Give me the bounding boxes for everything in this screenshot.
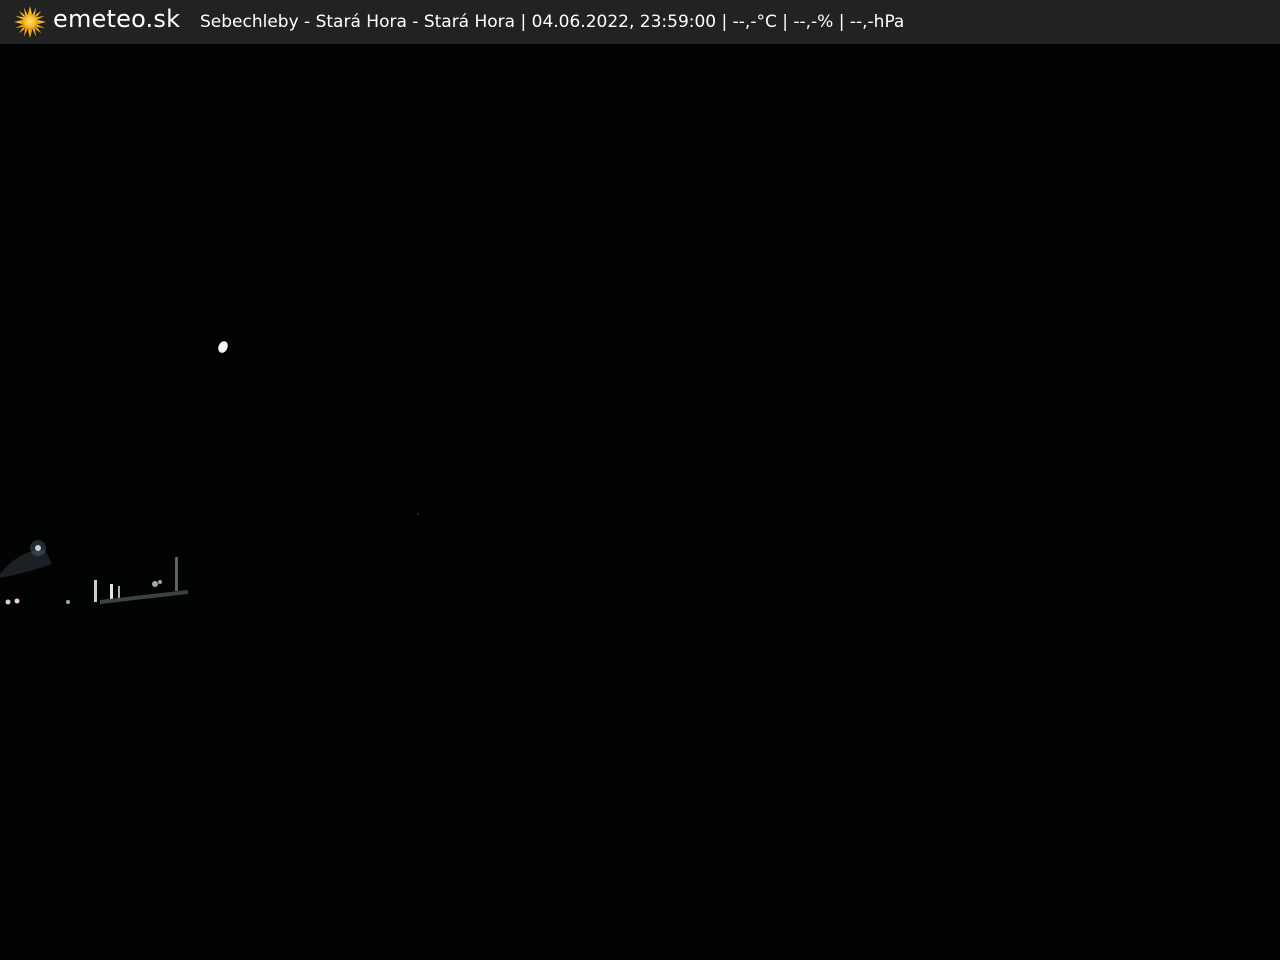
webcam-frame: emeteo.sk Sebechleby - Stará Hora - Star… [0,0,1280,960]
faint-light [417,513,419,515]
webcam-caption: Sebechleby - Stará Hora - Stará Hora | 0… [200,12,905,32]
sun-icon [14,6,46,38]
night-scene [0,44,1280,960]
brand-name: emeteo.sk [53,5,181,33]
header-bar: emeteo.sk Sebechleby - Stará Hora - Star… [0,0,1280,44]
